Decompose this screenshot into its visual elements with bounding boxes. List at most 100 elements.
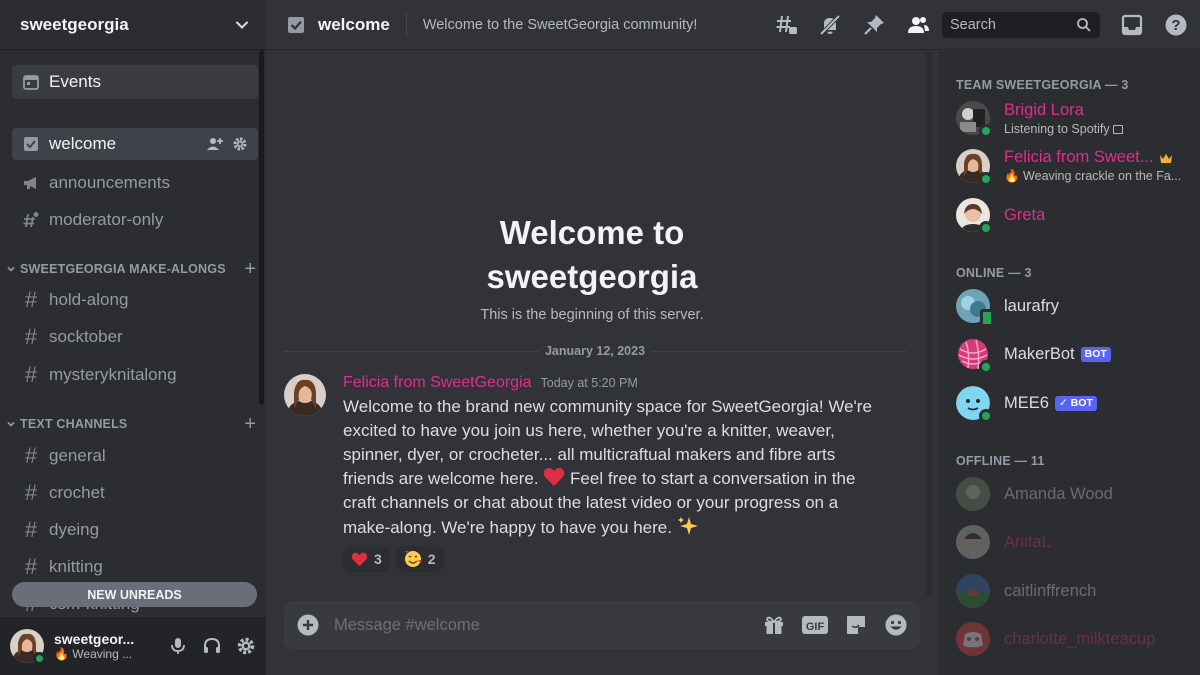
chevron-down-icon xyxy=(236,21,248,29)
search-input[interactable] xyxy=(950,16,1060,33)
hash-icon: # xyxy=(24,287,38,312)
add-channel-icon[interactable]: + xyxy=(244,259,256,279)
header-toolbar xyxy=(774,13,930,37)
microphone-icon[interactable] xyxy=(168,636,188,656)
channel-label: crochet xyxy=(49,483,105,502)
reaction-heart[interactable]: 3 xyxy=(343,546,390,572)
headphones-icon[interactable] xyxy=(202,636,222,656)
member-list-icon[interactable] xyxy=(906,13,930,37)
events-item[interactable]: Events xyxy=(12,65,258,99)
gear-icon[interactable] xyxy=(236,636,256,656)
invite-icon[interactable] xyxy=(206,136,224,152)
channel-mysteryknitalong[interactable]: # mysteryknitalong xyxy=(12,359,258,391)
avatar xyxy=(956,289,994,327)
gif-icon[interactable]: GIF xyxy=(802,615,828,635)
category-label: TEXT CHANNELS xyxy=(20,417,128,431)
channel-label: moderator-only xyxy=(49,210,164,229)
category-label: SWEETGEORGIA MAKE-ALONGS xyxy=(20,262,226,276)
member-caitlinffrench[interactable]: caitlinffrench xyxy=(956,571,1192,611)
message: Felicia from SweetGeorgia Today at 5:20 … xyxy=(284,374,904,572)
date-divider: January 12, 2023 xyxy=(284,341,907,361)
member-makerbot[interactable]: MakerBot BOT xyxy=(956,334,1192,374)
gift-icon[interactable] xyxy=(762,613,786,637)
avatar xyxy=(956,386,993,423)
channel-general[interactable]: # general xyxy=(12,440,258,472)
user-avatar[interactable] xyxy=(10,629,46,665)
hash-icon: # xyxy=(24,517,38,542)
online-status-dot xyxy=(979,124,993,138)
notification-muted-icon[interactable] xyxy=(818,13,842,37)
member-name: charlotte_milkteacup xyxy=(1004,629,1156,648)
gear-icon[interactable] xyxy=(232,136,248,152)
hash-icon: # xyxy=(24,324,38,349)
pin-icon[interactable] xyxy=(862,13,886,37)
member-amanda-wood[interactable]: Amanda Wood xyxy=(956,474,1192,514)
member-anital[interactable]: AnitaL xyxy=(956,522,1192,562)
channel-socktober[interactable]: # socktober xyxy=(12,321,258,353)
sticker-icon[interactable] xyxy=(844,613,868,637)
reaction-smiling-hearts[interactable]: 2 xyxy=(395,546,444,572)
channel-list[interactable]: Events welcome announcements moderator-o… xyxy=(0,50,266,617)
emoji-icon[interactable] xyxy=(884,613,908,637)
sidebar-scrollbar[interactable] xyxy=(259,50,264,405)
avatar xyxy=(956,337,993,374)
help-icon[interactable]: ? xyxy=(1164,13,1188,37)
channel-header: welcome Welcome to the SweetGeorgia comm… xyxy=(266,0,1200,50)
add-channel-icon[interactable]: + xyxy=(244,414,256,434)
member-name: MEE6 ✓ BOT xyxy=(1004,394,1192,413)
megaphone-icon xyxy=(24,177,36,189)
hash-icon: # xyxy=(24,480,38,505)
user-controls xyxy=(168,636,256,656)
member-greta[interactable]: Greta xyxy=(956,195,1192,235)
channel-sidebar: sweetgeorgia Events welcome announcement xyxy=(0,0,266,675)
channel-dyeing[interactable]: # dyeing xyxy=(12,514,258,546)
discord-app: sweetgeorgia Events welcome announcement xyxy=(0,0,1200,675)
member-felicia[interactable]: Felicia from Sweet... 🔥 Weaving crackle … xyxy=(956,146,1192,186)
user-panel: sweetgeor... 🔥 Weaving ... xyxy=(0,617,266,675)
reaction-count: 3 xyxy=(374,551,382,567)
channel-label: mysteryknitalong xyxy=(49,365,177,384)
calendar-icon xyxy=(23,75,39,90)
avatar xyxy=(956,525,990,559)
rules-channel-icon xyxy=(24,137,38,151)
channel-moderator-only[interactable]: moderator-only xyxy=(12,204,258,236)
channel-hold-along[interactable]: # hold-along xyxy=(12,284,258,316)
server-header[interactable]: sweetgeorgia xyxy=(0,0,266,50)
threads-icon[interactable] xyxy=(774,13,798,37)
member-name: Greta xyxy=(1004,205,1046,224)
member-charlotte-milkteacup[interactable]: charlotte_milkteacup xyxy=(956,619,1192,659)
channel-knitting[interactable]: # knitting xyxy=(12,551,258,583)
user-status: 🔥 Weaving ... xyxy=(54,647,133,661)
avatar xyxy=(956,622,990,656)
member-name: AnitaL xyxy=(1004,532,1051,551)
member-name: caitlinffrench xyxy=(1004,581,1097,600)
add-attachment-icon[interactable] xyxy=(296,613,320,637)
message-author-avatar[interactable] xyxy=(284,374,326,416)
message-author[interactable]: Felicia from SweetGeorgia xyxy=(343,374,532,392)
category-make-alongs[interactable]: SWEETGEORGIA MAKE-ALONGS + xyxy=(6,259,256,279)
channel-announcements[interactable]: announcements xyxy=(12,167,258,199)
sparkles-emoji-icon xyxy=(677,517,698,535)
category-text-channels[interactable]: TEXT CHANNELS + xyxy=(6,414,256,434)
inbox-icon[interactable] xyxy=(1120,13,1144,37)
channel-label: welcome xyxy=(49,134,117,153)
user-info[interactable]: sweetgeor... 🔥 Weaving ... xyxy=(54,631,146,661)
chat-scrollbar[interactable] xyxy=(926,51,932,596)
member-brigid-lora[interactable]: Brigid Lora Listening to Spotify xyxy=(956,98,1192,138)
avatar xyxy=(956,574,990,608)
member-laurafry[interactable]: laurafry xyxy=(956,286,1192,327)
online-status-dot xyxy=(979,221,993,235)
search-box[interactable] xyxy=(942,11,1100,38)
member-mee6[interactable]: MEE6 ✓ BOT xyxy=(956,383,1192,423)
channel-topic[interactable]: Welcome to the SweetGeorgia community! xyxy=(423,17,774,33)
member-activity: Listening to Spotify xyxy=(1004,122,1192,136)
hash-icon: # xyxy=(24,554,38,579)
message-input[interactable] xyxy=(334,615,762,635)
channel-welcome[interactable]: welcome xyxy=(12,128,258,160)
crown-icon xyxy=(1160,153,1173,163)
member-name: Felicia from Sweet... xyxy=(1004,148,1192,167)
channel-label: hold-along xyxy=(49,290,129,309)
channel-crochet[interactable]: # crochet xyxy=(12,477,258,509)
new-unreads-button[interactable]: NEW UNREADS xyxy=(12,582,257,607)
channel-label: socktober xyxy=(49,327,123,346)
